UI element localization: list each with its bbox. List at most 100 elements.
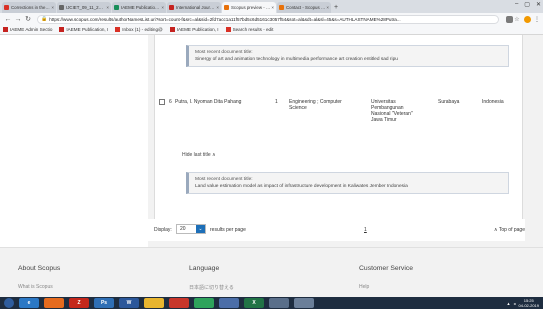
per-page-label: results per page bbox=[210, 227, 246, 233]
maximize-icon[interactable]: ▢ bbox=[524, 1, 530, 8]
page-number-link[interactable]: 1 bbox=[364, 227, 367, 233]
close-tab-icon[interactable]: × bbox=[161, 5, 164, 10]
paint-icon[interactable] bbox=[269, 298, 289, 308]
minimize-icon[interactable]: – bbox=[515, 1, 518, 8]
tab-favicon-icon bbox=[4, 5, 9, 10]
extension-icon[interactable] bbox=[506, 15, 513, 23]
profile-avatar-icon[interactable] bbox=[524, 15, 531, 23]
bookmark-favicon-icon bbox=[115, 27, 121, 32]
tab-favicon-icon bbox=[279, 5, 284, 10]
back-icon[interactable]: ← bbox=[3, 16, 13, 23]
top-of-page-label: Top of page bbox=[498, 227, 525, 233]
reload-icon[interactable]: ↻ bbox=[23, 15, 33, 23]
browser-tab[interactable]: Scopus preview - Scopu...× bbox=[222, 2, 276, 13]
network-icon[interactable]: ▲ bbox=[507, 301, 511, 306]
footer: About Scopus What is Scopus Language 日本語… bbox=[0, 247, 543, 297]
row-checkbox[interactable] bbox=[159, 99, 165, 105]
hide-last-title-link[interactable]: Hide last title ∧ bbox=[182, 152, 216, 158]
url-text: https://www.scopus.com/results/authorNam… bbox=[49, 16, 401, 22]
menu-icon[interactable]: ⋮ bbox=[534, 16, 540, 23]
bookmark-favicon-icon bbox=[3, 27, 8, 32]
bookmark-label: Search results - edit bbox=[232, 27, 274, 32]
app-icon[interactable] bbox=[219, 298, 239, 308]
bookmark-label: IAEME Publication, I bbox=[176, 27, 219, 32]
bookmark-star-icon[interactable]: ☆ bbox=[513, 16, 521, 23]
recent-document-label: Most recent document title: bbox=[195, 50, 253, 55]
page-content: Most recent document title: Sinergy of a… bbox=[0, 35, 543, 297]
bookmark-favicon-icon bbox=[169, 27, 175, 32]
table-row: 6 Putra, I. Nyoman Dita Pahang 1 Enginee… bbox=[159, 98, 519, 138]
pagination-bar: Display: 20 ⌄ results per page 1 ∧ Top o… bbox=[148, 219, 525, 241]
tab-label: Scopus preview - Scopu... bbox=[231, 5, 270, 10]
windows-taskbar: e Z Ps W X ▲ ◂ 15:25 04-02-2019 bbox=[0, 297, 543, 309]
display-label: Display: bbox=[154, 227, 172, 233]
tab-strip: Corrections in the publi...×IJCIET_09_11… bbox=[0, 0, 543, 13]
chevron-up-icon: ∧ bbox=[212, 152, 216, 158]
word-icon[interactable]: W bbox=[119, 298, 139, 308]
close-tab-icon[interactable]: × bbox=[271, 5, 274, 10]
monitor-icon[interactable] bbox=[294, 298, 314, 308]
recent-document-title: Land value estimation model as impact of… bbox=[195, 184, 408, 189]
browser-tab[interactable]: Corrections in the publi...× bbox=[2, 2, 56, 13]
url-input[interactable]: 🔒 https://www.scopus.com/results/authorN… bbox=[37, 14, 499, 24]
volume-icon[interactable]: ◂ bbox=[514, 301, 516, 306]
recent-document-label: Most recent document title: bbox=[195, 177, 253, 182]
country: Indonesia bbox=[482, 99, 504, 105]
browser-tab[interactable]: International Journal of ...× bbox=[167, 2, 221, 13]
bookmark-label: IAEME Admin Sectio bbox=[10, 27, 53, 32]
footer-heading: Language bbox=[189, 265, 220, 272]
recent-document-box: Most recent document title: Sinergy of a… bbox=[186, 45, 509, 67]
tab-label: IAEME Publication UPLO... bbox=[121, 5, 160, 10]
author-name-link[interactable]: Putra, I. Nyoman Dita Pahang bbox=[175, 99, 255, 105]
close-tab-icon[interactable]: × bbox=[326, 5, 329, 10]
excel-icon[interactable]: X bbox=[244, 298, 264, 308]
tab-label: IJCIET_09_11_256.pdf bbox=[66, 5, 105, 10]
footer-link[interactable]: 日本語に切り替える bbox=[189, 284, 234, 291]
per-page-select[interactable]: 20 ⌄ bbox=[176, 224, 206, 234]
browser-tab[interactable]: IJCIET_09_11_256.pdf× bbox=[57, 2, 111, 13]
bookmark-label: IAEME Publication, I bbox=[66, 27, 109, 32]
acrobat-icon[interactable] bbox=[169, 298, 189, 308]
bookmark-favicon-icon bbox=[225, 27, 231, 32]
close-tab-icon[interactable]: × bbox=[106, 5, 109, 10]
photoshop-icon[interactable]: Ps bbox=[94, 298, 114, 308]
chrome-icon[interactable] bbox=[194, 298, 214, 308]
bookmark-item[interactable]: IAEME Admin Sectio bbox=[3, 27, 52, 32]
forward-icon[interactable]: → bbox=[13, 16, 23, 23]
file-explorer-icon[interactable] bbox=[144, 298, 164, 308]
tab-favicon-icon bbox=[224, 5, 229, 10]
document-count[interactable]: 1 bbox=[275, 99, 278, 105]
tab-label: International Journal of ... bbox=[176, 5, 216, 10]
tab-favicon-icon bbox=[114, 5, 119, 10]
close-tab-icon[interactable]: × bbox=[216, 5, 219, 10]
close-window-icon[interactable]: ✕ bbox=[536, 1, 541, 8]
close-tab-icon[interactable]: × bbox=[51, 5, 54, 10]
footer-heading: About Scopus bbox=[18, 265, 61, 272]
filezilla-icon[interactable]: Z bbox=[69, 298, 89, 308]
window-controls: – ▢ ✕ bbox=[515, 1, 541, 8]
tab-label: Corrections in the publi... bbox=[11, 5, 50, 10]
internet-explorer-icon[interactable]: e bbox=[19, 298, 39, 308]
clock-date: 04-02-2019 bbox=[518, 303, 539, 308]
tab-favicon-icon bbox=[59, 5, 64, 10]
new-tab-button[interactable]: + bbox=[334, 2, 338, 13]
bookmark-favicon-icon bbox=[59, 27, 65, 32]
start-button-icon[interactable] bbox=[4, 298, 14, 308]
footer-heading: Customer Service bbox=[359, 265, 414, 272]
row-number: 6 bbox=[169, 99, 172, 105]
browser-tab[interactable]: Contact - Scopus Prev...× bbox=[277, 2, 331, 13]
browser-tab[interactable]: IAEME Publication UPLO...× bbox=[112, 2, 166, 13]
tab-label: Contact - Scopus Prev... bbox=[286, 5, 325, 10]
subject-area: Engineering ; Computer Science bbox=[289, 99, 342, 111]
clock[interactable]: 15:25 04-02-2019 bbox=[519, 298, 539, 308]
bookmark-item[interactable]: IAEME Publication, I bbox=[59, 27, 108, 32]
footer-link[interactable]: What is Scopus bbox=[18, 284, 53, 290]
footer-link[interactable]: Help bbox=[359, 284, 369, 290]
chevron-up-icon: ∧ bbox=[493, 227, 498, 233]
bookmark-item[interactable]: Search results - edit bbox=[225, 27, 274, 32]
bookmark-item[interactable]: Inbox (1) - editing@ bbox=[115, 27, 163, 32]
bookmark-item[interactable]: IAEME Publication, I bbox=[169, 27, 219, 32]
firefox-icon[interactable] bbox=[44, 298, 64, 308]
top-of-page-link[interactable]: ∧ Top of page bbox=[494, 227, 525, 233]
chevron-down-icon: ⌄ bbox=[196, 225, 205, 233]
